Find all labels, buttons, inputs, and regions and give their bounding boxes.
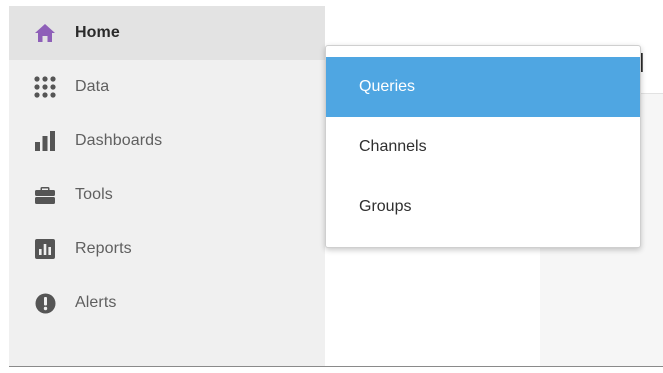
sidebar-item-data[interactable]: Data: [9, 60, 325, 114]
dots-grid-icon: [33, 75, 57, 99]
sidebar-item-label: Home: [75, 24, 120, 41]
app-window: d Home Data: [0, 0, 663, 373]
sidebar-item-label: Alerts: [75, 294, 117, 311]
menu-item-label: Channels: [359, 138, 427, 155]
window-border: [9, 366, 663, 367]
sidebar-item-reports[interactable]: Reports: [9, 222, 325, 276]
briefcase-icon: [33, 183, 57, 207]
sidebar-item-label: Dashboards: [75, 132, 163, 149]
bar-chart-icon: [33, 129, 57, 153]
window-edge: [0, 366, 663, 373]
sidebar-item-label: Tools: [75, 186, 113, 203]
menu-item-groups[interactable]: Groups: [326, 177, 640, 237]
sidebar-item-dashboards[interactable]: Dashboards: [9, 114, 325, 168]
sidebar-item-home[interactable]: Home: [9, 6, 325, 60]
sidebar-item-label: Reports: [75, 240, 132, 257]
report-chart-icon: [33, 237, 57, 261]
menu-item-queries[interactable]: Queries: [326, 57, 640, 117]
home-icon: [33, 21, 57, 45]
window-edge: [0, 0, 9, 373]
data-dropdown-menu: Queries Channels Groups: [325, 45, 641, 248]
menu-item-label: Groups: [359, 198, 412, 215]
menu-item-channels[interactable]: Channels: [326, 117, 640, 177]
sidebar-item-label: Data: [75, 78, 110, 95]
sidebar-item-alerts[interactable]: Alerts: [9, 276, 325, 330]
alert-icon: [33, 291, 57, 315]
sidebar: Home Data Dashboards Tools Reports Alert…: [9, 6, 325, 366]
sidebar-item-tools[interactable]: Tools: [9, 168, 325, 222]
menu-item-label: Queries: [359, 78, 416, 95]
